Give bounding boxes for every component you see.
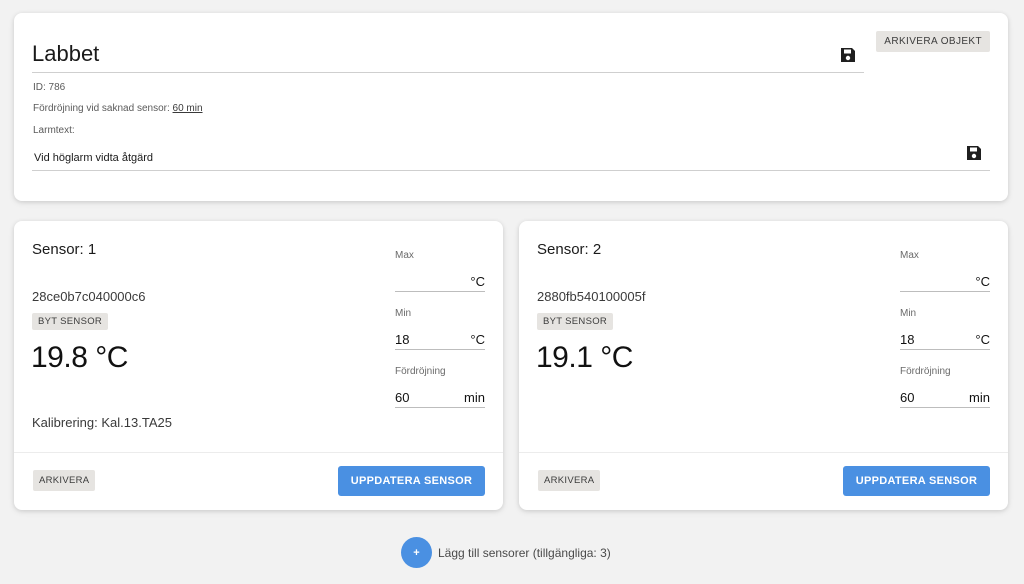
- missing-sensor-delay-link[interactable]: 60 min: [173, 103, 203, 114]
- max-unit: °C: [975, 274, 990, 289]
- delay-value[interactable]: 60: [900, 390, 914, 405]
- divider: [519, 452, 1008, 453]
- object-card: Labbet ARKIVERA OBJEKT ID: 786 Fördröjni…: [14, 13, 1008, 201]
- sensor-hw-id: 2880fb540100005f: [537, 289, 646, 304]
- max-field[interactable]: Max °C: [900, 250, 990, 294]
- swap-sensor-button[interactable]: BYT SENSOR: [537, 313, 614, 330]
- delay-field[interactable]: Fördröjning 60 min: [900, 366, 990, 410]
- divider: [14, 452, 503, 453]
- archive-sensor-button[interactable]: ARKIVERA: [538, 470, 601, 491]
- alarm-save-icon[interactable]: [966, 145, 982, 161]
- alarm-text-value[interactable]: Vid höglarm vidta åtgärd: [34, 152, 153, 164]
- archive-sensor-button[interactable]: ARKIVERA: [33, 470, 96, 491]
- add-sensors-label: Lägg till sensorer (tillgängliga: 3): [438, 546, 611, 560]
- delay-field[interactable]: Fördröjning 60 min: [395, 366, 485, 410]
- min-input[interactable]: 18 °C: [900, 326, 990, 350]
- missing-sensor-delay-label: Fördröjning vid saknad sensor:: [33, 103, 170, 114]
- update-sensor-button[interactable]: UPPDATERA SENSOR: [338, 466, 485, 496]
- object-name-field[interactable]: Labbet: [32, 35, 864, 73]
- delay-input[interactable]: 60 min: [395, 384, 485, 408]
- sensor-title: Sensor: 1: [32, 241, 97, 258]
- archive-object-button[interactable]: ARKIVERA OBJEKT: [876, 31, 990, 52]
- alarm-text-field[interactable]: Vid höglarm vidta åtgärd: [32, 143, 990, 171]
- update-sensor-button[interactable]: UPPDATERA SENSOR: [843, 466, 990, 496]
- object-id: ID: 786: [33, 82, 66, 93]
- sensor-card: Sensor: 1 28ce0b7c040000c6 BYT SENSOR 19…: [14, 221, 503, 510]
- swap-sensor-button[interactable]: BYT SENSOR: [32, 313, 109, 330]
- min-field[interactable]: Min 18 °C: [395, 308, 485, 352]
- sensor-temperature: 19.1 °C: [536, 341, 633, 374]
- min-unit: °C: [470, 332, 485, 347]
- delay-unit: min: [969, 390, 990, 405]
- max-label: Max: [900, 250, 919, 261]
- delay-label: Fördröjning: [900, 366, 951, 377]
- delay-unit: min: [464, 390, 485, 405]
- save-icon[interactable]: [840, 47, 856, 63]
- min-unit: °C: [975, 332, 990, 347]
- min-label: Min: [900, 308, 917, 319]
- max-field[interactable]: Max °C: [395, 250, 485, 294]
- max-label: Max: [395, 250, 414, 261]
- min-value[interactable]: 18: [900, 332, 914, 347]
- sensor-calibration: Kalibrering: Kal.13.TA25: [32, 415, 172, 430]
- max-input[interactable]: °C: [395, 268, 485, 292]
- delay-input[interactable]: 60 min: [900, 384, 990, 408]
- min-input[interactable]: 18 °C: [395, 326, 485, 350]
- sensor-title: Sensor: 2: [537, 241, 602, 258]
- delay-value[interactable]: 60: [395, 390, 409, 405]
- sensor-temperature: 19.8 °C: [31, 341, 128, 374]
- max-unit: °C: [470, 274, 485, 289]
- max-input[interactable]: °C: [900, 268, 990, 292]
- sensor-card: Sensor: 2 2880fb540100005f BYT SENSOR 19…: [519, 221, 1008, 510]
- add-sensor-button[interactable]: +: [401, 537, 432, 568]
- object-name[interactable]: Labbet: [32, 41, 99, 67]
- missing-sensor-delay: Fördröjning vid saknad sensor: 60 min: [33, 103, 203, 114]
- delay-label: Fördröjning: [395, 366, 446, 377]
- sensor-hw-id: 28ce0b7c040000c6: [32, 289, 146, 304]
- alarm-text-label: Larmtext:: [33, 125, 75, 136]
- min-label: Min: [395, 308, 412, 319]
- min-value[interactable]: 18: [395, 332, 409, 347]
- min-field[interactable]: Min 18 °C: [900, 308, 990, 352]
